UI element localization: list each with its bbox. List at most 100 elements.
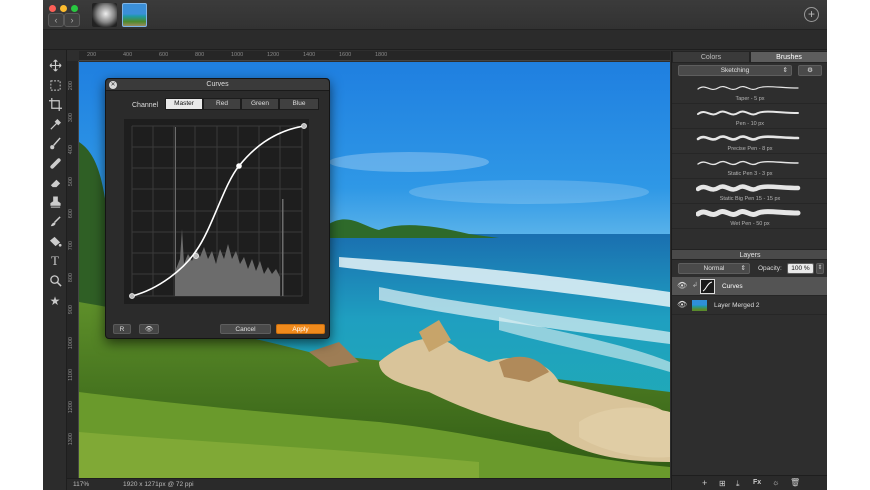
ruler-tick-label: 1200 — [267, 52, 280, 58]
ruler-tick-label: 1300 — [68, 433, 74, 446]
eye-icon: 👁 — [144, 326, 154, 333]
cancel-button[interactable]: Cancel — [220, 324, 271, 334]
ruler-tick-label: 400 — [68, 145, 74, 155]
paint-bucket-icon[interactable] — [48, 235, 62, 249]
text-icon[interactable]: T — [48, 254, 62, 268]
brush-stroke-preview — [696, 209, 801, 217]
ruler-tick-label: 1000 — [231, 52, 244, 58]
adjustment-icon[interactable]: ☼ — [772, 478, 779, 487]
new-document-button[interactable]: + — [804, 7, 819, 22]
curve-graph[interactable] — [124, 119, 309, 304]
document-thumbnail-1[interactable] — [92, 3, 117, 27]
eraser-icon[interactable] — [48, 176, 62, 190]
dialog-close-button[interactable]: ✕ — [109, 81, 117, 89]
add-layer-icon[interactable]: + — [702, 478, 707, 488]
layer-name: Layer Merged 2 — [714, 302, 760, 309]
brush-item[interactable]: Wet Pen - 50 px — [672, 204, 827, 229]
brush-name: Taper - 5 px — [735, 96, 765, 102]
ruler-tick-label: 800 — [68, 273, 74, 283]
healing-icon[interactable] — [48, 157, 62, 171]
brush-name: Precise Pen - 8 px — [727, 146, 773, 152]
layer-name: Curves — [722, 283, 743, 290]
chevron-left-icon: ‹ — [54, 15, 58, 25]
download-icon[interactable]: ⤓ — [736, 479, 740, 489]
trash-icon[interactable]: 🗑 — [790, 478, 800, 487]
brush-item[interactable]: Taper - 5 px — [672, 79, 827, 104]
document-size: 1920 x 1271px @ 72 ppi — [123, 481, 194, 488]
zoom-level: 117% — [73, 481, 90, 488]
ruler-tick-label: 600 — [159, 52, 169, 58]
reset-button[interactable]: R — [113, 324, 131, 334]
brush-stroke-preview — [697, 160, 799, 166]
move-icon[interactable] — [48, 59, 62, 73]
blend-mode-select[interactable]: Normal ⇕ — [678, 263, 750, 274]
tool-strip: T ★ — [43, 50, 67, 490]
curve-point-black[interactable] — [129, 293, 135, 299]
ruler-tick-label: 400 — [123, 52, 133, 58]
opacity-field[interactable]: 100 % — [787, 263, 814, 274]
app-window: ‹ › + T ★ 200 400 600 800 1000 1200 1400 1600 18… — [43, 0, 827, 490]
ruler-tick-label: 1600 — [339, 52, 352, 58]
right-panel: Colors Brushes Sketching ⇕ ⚙ Taper - 5 p… — [671, 51, 827, 490]
brush-stroke-preview — [696, 135, 800, 141]
apply-button[interactable]: Apply — [276, 324, 325, 334]
minimize-window-button[interactable] — [60, 5, 67, 12]
brush-category-select[interactable]: Sketching ⇕ — [678, 65, 792, 76]
tab-red[interactable]: Red — [203, 98, 241, 110]
back-button[interactable]: ‹ — [48, 13, 64, 27]
visibility-eye-icon[interactable]: 👁 — [677, 300, 687, 309]
marquee-icon[interactable] — [48, 79, 62, 93]
curve-point-white[interactable] — [301, 123, 307, 129]
dialog-title: Curves — [106, 79, 329, 91]
ruler-tick-label: 700 — [68, 241, 74, 251]
brush-item[interactable]: Precise Pen - 8 px — [672, 129, 827, 154]
brush-item[interactable]: Static Big Pen 15 - 15 px — [672, 179, 827, 204]
close-window-button[interactable] — [49, 5, 56, 12]
brush-stroke-preview — [697, 110, 799, 116]
ruler-tick-label: 900 — [68, 305, 74, 315]
plus-icon: + — [807, 7, 815, 21]
fx-icon[interactable]: Fx — [753, 479, 761, 486]
layer-row-curves[interactable]: 👁 ↲ Curves — [672, 277, 827, 296]
visibility-eye-icon[interactable]: 👁 — [677, 281, 687, 290]
ruler-tick-label: 200 — [87, 52, 97, 58]
curve-point-highlight[interactable] — [236, 163, 242, 169]
brush-name: Pen - 10 px — [735, 121, 765, 127]
brush-name: Static Pen 3 - 3 px — [727, 171, 773, 177]
zoom-icon[interactable] — [48, 274, 62, 288]
layer-row-merged[interactable]: 👁 Layer Merged 2 — [672, 296, 827, 315]
gear-icon: ⚙ — [807, 67, 813, 74]
ruler-tick-label: 600 — [68, 209, 74, 219]
brush-item[interactable]: Static Pen 3 - 3 px — [672, 154, 827, 179]
smudge-icon[interactable] — [48, 215, 62, 229]
brush-icon[interactable] — [48, 137, 62, 151]
zoom-window-button[interactable] — [71, 5, 78, 12]
opacity-label: Opacity: — [758, 265, 782, 272]
add-group-icon[interactable]: ⊞ — [719, 479, 726, 488]
chevron-updown-icon: ⇕ — [740, 265, 746, 272]
tab-master[interactable]: Master — [165, 98, 203, 110]
status-bar: 117% 1920 x 1271px @ 72 ppi — [67, 478, 670, 490]
layers-header: Layers — [672, 249, 827, 260]
crop-icon[interactable] — [48, 98, 62, 112]
tab-colors[interactable]: Colors — [672, 51, 750, 63]
brush-settings-button[interactable]: ⚙ — [798, 65, 822, 76]
brush-stroke-preview — [696, 184, 801, 192]
forward-button[interactable]: › — [64, 13, 80, 27]
layer-thumbnail — [692, 300, 707, 311]
tab-green[interactable]: Green — [241, 98, 279, 110]
ruler-tick-label: 800 — [195, 52, 205, 58]
ruler-tick-label: 1000 — [68, 337, 74, 350]
document-thumbnail-2[interactable] — [122, 3, 147, 27]
tab-brushes[interactable]: Brushes — [750, 51, 827, 63]
star-icon[interactable]: ★ — [48, 294, 62, 308]
eyedropper-icon[interactable] — [48, 118, 62, 132]
opacity-stepper[interactable]: ⇕ — [816, 263, 824, 274]
brush-item[interactable]: Pen - 10 px — [672, 104, 827, 129]
clone-stamp-icon[interactable] — [48, 196, 62, 210]
tab-blue[interactable]: Blue — [279, 98, 319, 110]
curves-dialog: Curves ✕ Channel Master Red Green Blue R… — [105, 78, 330, 339]
curve-point-shadow[interactable] — [193, 253, 199, 259]
brush-stroke-preview — [697, 85, 799, 91]
preview-toggle-button[interactable]: 👁 — [139, 324, 159, 334]
